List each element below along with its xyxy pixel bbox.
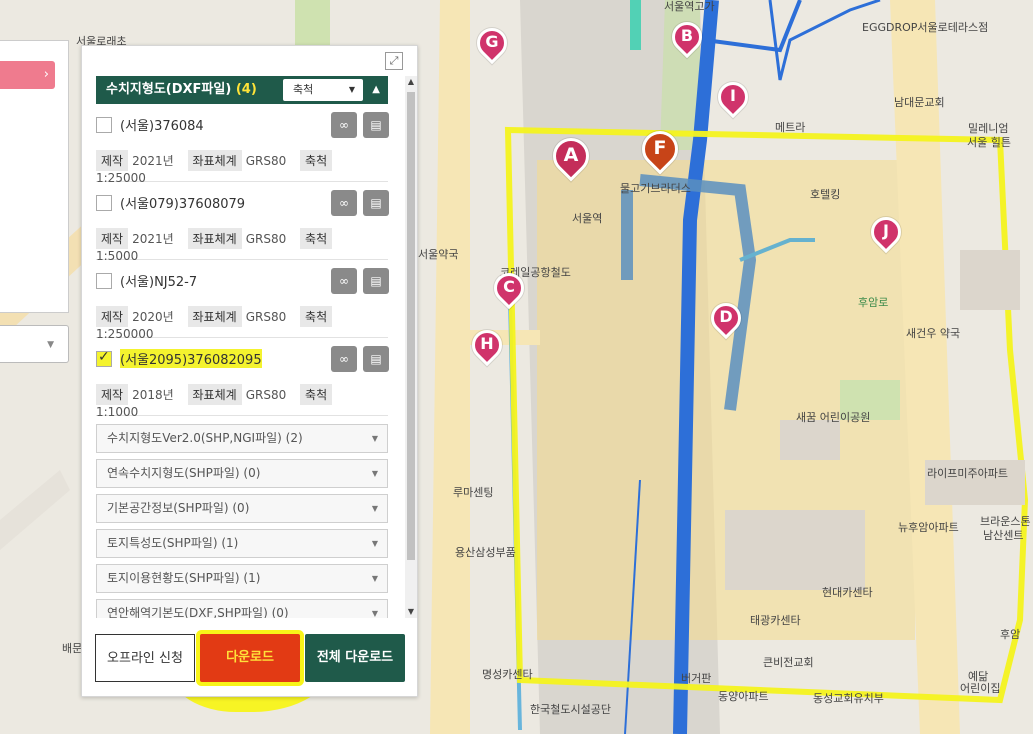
item-meta: 제작 2020년 좌표체계 GRS80 축척1:250000	[96, 306, 388, 341]
item-name: (서울2095)376082095	[120, 349, 262, 368]
scale-filter-select[interactable]: 축척 ▼	[283, 79, 363, 101]
map-label: 태광카센타	[750, 614, 801, 627]
map-label: 남산센트	[983, 529, 1024, 542]
chevron-down-icon: ▼	[348, 85, 355, 94]
map-marker-f[interactable]: F	[634, 123, 686, 175]
category-list: 수치지형도(DXF파일) (4) 축척 ▼ ▲ (서울)376084 ∞ ▤ 제…	[96, 76, 402, 618]
map-label: 호텔킹	[810, 188, 841, 201]
item-meta: 제작 2021년 좌표체계 GRS80 축척1:5000	[96, 228, 388, 263]
map-label: 후암	[1000, 628, 1021, 641]
map-label: 동양아파트	[718, 690, 769, 703]
scrollbar[interactable]: ▲ ▼	[405, 76, 417, 618]
map-label: 새꿈 어린이공원	[796, 411, 871, 424]
map-marker-j[interactable]: J	[864, 210, 908, 261]
clipboard-icon[interactable]: ▤	[363, 112, 389, 138]
category-row[interactable]: 수치지형도Ver2.0(SHP,NGI파일) (2) ▼	[96, 424, 388, 453]
map-label: EGGDROP서울로테라스점	[862, 21, 989, 34]
map-marker-c[interactable]: C	[487, 266, 531, 317]
item-name: (서울079)37608079	[120, 197, 246, 212]
item-checkbox[interactable]	[96, 273, 112, 289]
item-meta: 제작 2018년 좌표체계 GRS80 축척1:1000	[96, 384, 388, 419]
map-sheet-item: (서울079)37608079 ∞ ▤ 제작 2021년 좌표체계 GRS80 축척…	[96, 182, 389, 263]
map-label: 서울 힐튼	[967, 136, 1011, 149]
category-header[interactable]: 수치지형도(DXF파일) (4) 축척 ▼ ▲	[96, 76, 388, 104]
item-checkbox[interactable]	[96, 349, 112, 367]
map-marker-d[interactable]: D	[704, 296, 748, 347]
map-label: 용산삼성부품	[455, 546, 516, 559]
category-row[interactable]: 기본공간정보(SHP파일) (0) ▼	[96, 494, 388, 523]
clipboard-icon[interactable]: ▤	[363, 190, 389, 216]
map-marker-i[interactable]: I	[711, 75, 755, 126]
map-label: 남대문교회	[894, 96, 945, 109]
item-checkbox[interactable]	[96, 195, 112, 211]
map-label: 새건우 약국	[906, 327, 961, 340]
map-sheet-item: (서울)376084 ∞ ▤ 제작 2021년 좌표체계 GRS80 축척1:250…	[96, 104, 389, 185]
chevron-down-icon: ▼	[371, 539, 378, 548]
map-marker-h[interactable]: H	[465, 323, 509, 374]
map-label: 라이프미주아파트	[927, 467, 1008, 480]
download-panel: ⤢ 수치지형도(DXF파일) (4) 축척 ▼ ▲ (서울)376084 ∞ ▤…	[81, 45, 418, 697]
scroll-down-icon[interactable]: ▼	[405, 606, 417, 618]
expand-icon[interactable]: ⤢	[385, 52, 403, 70]
clipboard-icon[interactable]: ▤	[363, 346, 389, 372]
download-all-button[interactable]: 전체 다운로드	[305, 634, 405, 682]
category-title: 수치지형도(DXF파일)	[106, 82, 232, 97]
map-sheet-item: (서울)NJ52-7 ∞ ▤ 제작 2020년 좌표체계 GRS80 축척1:250…	[96, 260, 389, 341]
category-row[interactable]: 연속수치지형도(SHP파일) (0) ▼	[96, 459, 388, 488]
map-label: 한국철도시설공단	[530, 703, 611, 716]
left-panel-arrow-button[interactable]: ›	[0, 61, 55, 89]
left-side-panel: ›	[0, 40, 69, 313]
glasses-icon[interactable]: ∞	[331, 112, 357, 138]
item-name: (서울)376084	[120, 119, 204, 134]
chevron-down-icon: ▼	[371, 609, 378, 618]
map-label: 메트라	[775, 121, 806, 134]
item-meta: 제작 2021년 좌표체계 GRS80 축척1:25000	[96, 150, 388, 185]
map-label: 버거판	[681, 672, 712, 685]
category-count: (4)	[235, 82, 257, 97]
map-label: 뉴후암아파트	[898, 521, 959, 534]
glasses-icon[interactable]: ∞	[331, 346, 357, 372]
chevron-down-icon: ▼	[371, 469, 378, 478]
map-label: 서울역	[572, 212, 603, 225]
map-label: 큰비전교회	[763, 656, 814, 669]
chevron-down-icon: ▼	[371, 504, 378, 513]
category-row[interactable]: 토지이용현황도(SHP파일) (1) ▼	[96, 564, 388, 593]
download-button[interactable]: 다운로드	[200, 634, 300, 682]
item-name: (서울)NJ52-7	[120, 275, 198, 290]
scrollbar-thumb[interactable]	[407, 92, 415, 560]
map-label: 배문	[62, 642, 83, 655]
category-row[interactable]: 토지특성도(SHP파일) (1) ▼	[96, 529, 388, 558]
chevron-down-icon: ▼	[47, 340, 54, 350]
map-label: 어린이집	[960, 682, 1001, 695]
category-row[interactable]: 연안해역기본도(DXF,SHP파일) (0) ▼	[96, 599, 388, 618]
left-side-select[interactable]: ▼	[0, 325, 69, 363]
map-label: 물고기브라더스	[620, 182, 691, 195]
map-label: 동성교회유치부	[813, 692, 884, 705]
map-label: 후암로	[858, 296, 889, 309]
glasses-icon[interactable]: ∞	[331, 190, 357, 216]
glasses-icon[interactable]: ∞	[331, 268, 357, 294]
map-marker-b[interactable]: B	[665, 15, 709, 66]
item-checkbox[interactable]	[96, 117, 112, 133]
map-marker-a[interactable]: A	[545, 130, 597, 182]
chevron-down-icon: ▼	[371, 434, 378, 443]
map-marker-g[interactable]: G	[470, 21, 514, 72]
map-sheet-item: (서울2095)376082095 ∞ ▤ 제작2018년 좌표체계GRS80 …	[96, 338, 389, 419]
map-label: 서울역고가	[664, 0, 715, 13]
map-label: 루마센팅	[453, 486, 494, 499]
map-label: 서울약국	[418, 248, 459, 261]
chevron-down-icon: ▼	[371, 574, 378, 583]
clipboard-icon[interactable]: ▤	[363, 268, 389, 294]
collapse-toggle-icon[interactable]: ▲	[372, 76, 380, 104]
offline-request-button[interactable]: 오프라인 신청	[95, 634, 195, 682]
scroll-up-icon[interactable]: ▲	[405, 76, 417, 88]
map-label: 명성카센타	[482, 668, 533, 681]
map-label: 현대카센타	[822, 586, 873, 599]
